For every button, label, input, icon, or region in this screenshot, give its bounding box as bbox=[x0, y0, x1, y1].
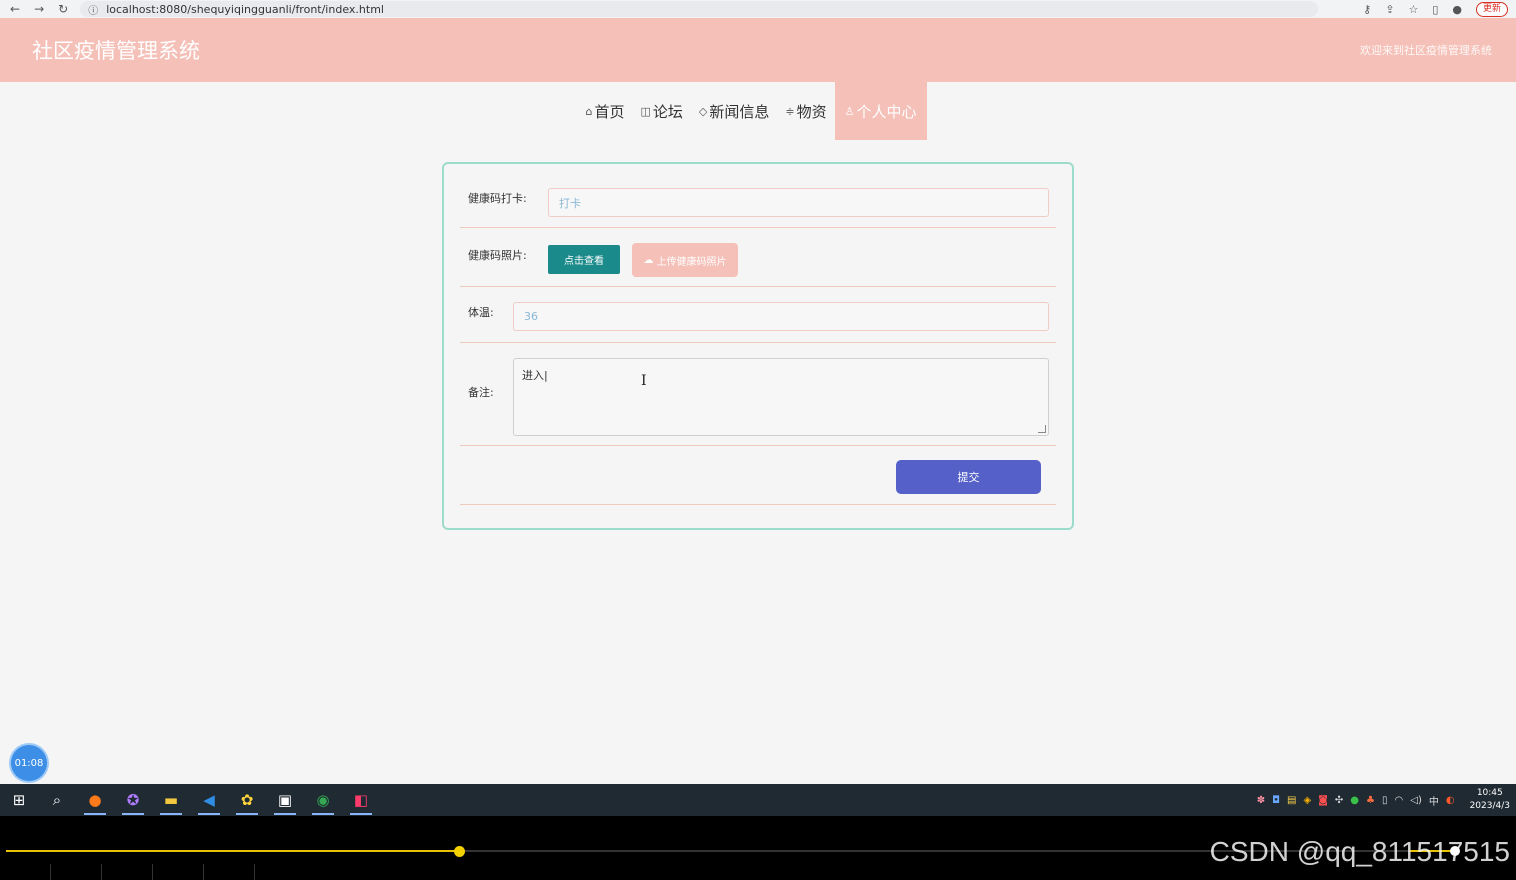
welcome-text: 欢迎来到社区疫情管理系统 bbox=[1360, 44, 1492, 57]
search-icon[interactable]: ⌕ bbox=[38, 784, 76, 816]
url-text: localhost:8080/shequyiqingguanli/front/i… bbox=[106, 2, 384, 16]
browser-toolbar: ← → ↻ ⓘ localhost:8080/shequyiqingguanli… bbox=[0, 0, 1516, 18]
upload-photo-button[interactable]: ☁ 上传健康码照片 bbox=[632, 243, 738, 277]
view-photo-button[interactable]: 点击查看 bbox=[548, 245, 620, 274]
terminal-icon[interactable]: ▣ bbox=[266, 784, 304, 816]
site-header: 社区疫情管理系统 欢迎来到社区疫情管理系统 bbox=[0, 18, 1516, 82]
usb-icon[interactable]: ▯ bbox=[1382, 795, 1388, 806]
progress-fill bbox=[6, 850, 460, 852]
health-checkin-form: 健康码打卡: 打卡 健康码照片: 点击查看 ☁ 上传健康码照片 体温: 36 备… bbox=[442, 162, 1074, 530]
form-row-photo: 健康码照片: 点击查看 ☁ 上传健康码照片 bbox=[460, 227, 1056, 287]
volume-icon[interactable]: ◁) bbox=[1410, 795, 1422, 806]
nav-item-profile[interactable]: ♙ 个人中心 bbox=[834, 82, 927, 140]
profile-icon[interactable]: ● bbox=[1452, 3, 1462, 16]
back-icon[interactable]: ← bbox=[10, 2, 20, 16]
form-row-submit: 提交 bbox=[460, 445, 1056, 505]
nav-label: 个人中心 bbox=[856, 102, 917, 121]
video-player-bar: CSDN @qq_811517515 bbox=[0, 816, 1516, 880]
checkin-label: 健康码打卡: bbox=[468, 192, 527, 205]
file-explorer-icon[interactable]: ▬ bbox=[152, 784, 190, 816]
control-segment[interactable] bbox=[51, 864, 102, 880]
clock-date: 2023/4/3 bbox=[1469, 801, 1510, 811]
wifi-icon[interactable]: ◠ bbox=[1395, 795, 1404, 806]
remark-textarea[interactable]: 进入| bbox=[513, 358, 1049, 436]
sliders-icon: ≑ bbox=[785, 104, 795, 118]
nav-label: 论坛 bbox=[652, 102, 683, 121]
wechat-icon[interactable]: ● bbox=[1350, 795, 1359, 806]
address-bar[interactable]: ⓘ localhost:8080/shequyiqingguanli/front… bbox=[80, 1, 1319, 17]
page: 社区疫情管理系统 欢迎来到社区疫情管理系统 ⌂ 首页 ◫ 论坛 ◇ 新闻信息 ≑… bbox=[0, 18, 1516, 784]
nav-item-news[interactable]: ◇ 新闻信息 bbox=[691, 82, 777, 140]
clock-time: 10:45 bbox=[1476, 788, 1503, 798]
update-button[interactable]: 更新 bbox=[1475, 1, 1508, 17]
nav-item-forum[interactable]: ◫ 论坛 bbox=[632, 82, 690, 140]
site-title: 社区疫情管理系统 bbox=[32, 39, 200, 63]
browser-actions: ⚷ ⇪ ☆ ▯ ● 更新 bbox=[1363, 1, 1508, 17]
home-icon: ⌂ bbox=[585, 104, 593, 118]
user-icon: ♙ bbox=[844, 104, 855, 118]
player-controls bbox=[0, 864, 1516, 880]
control-segment[interactable] bbox=[0, 864, 51, 880]
progress-handle[interactable] bbox=[454, 846, 465, 857]
app-yellow-icon[interactable]: ✿ bbox=[228, 784, 266, 816]
text-cursor-icon: I bbox=[641, 373, 647, 389]
recording-timer[interactable]: 01:08 bbox=[11, 745, 47, 781]
form-row-temperature: 体温: 36 bbox=[460, 286, 1056, 343]
nav-label: 新闻信息 bbox=[709, 102, 770, 121]
tray-app-icon[interactable]: ◙ bbox=[1318, 795, 1328, 806]
nav-label: 物资 bbox=[796, 102, 827, 121]
app-purple-icon[interactable]: ✪ bbox=[114, 784, 152, 816]
control-segment[interactable] bbox=[153, 864, 204, 880]
remark-label: 备注: bbox=[468, 386, 494, 399]
temperature-label: 体温: bbox=[468, 306, 494, 319]
tray-app-icon[interactable]: ◘ bbox=[1272, 795, 1280, 806]
key-icon[interactable]: ⚷ bbox=[1363, 3, 1371, 16]
resize-handle[interactable] bbox=[1038, 425, 1046, 433]
nav-item-supplies[interactable]: ≑ 物资 bbox=[777, 82, 834, 140]
temperature-input[interactable]: 36 bbox=[513, 302, 1049, 331]
form-row-remark: 备注: 进入| bbox=[460, 342, 1056, 446]
main-nav: ⌂ 首页 ◫ 论坛 ◇ 新闻信息 ≑ 物资 ♙ 个人中心 bbox=[0, 82, 1516, 140]
tray-app-icon[interactable]: ✣ bbox=[1335, 795, 1343, 806]
tray-app-icon[interactable]: ✽ bbox=[1257, 795, 1265, 806]
intellij-icon[interactable]: ◧ bbox=[342, 784, 380, 816]
chrome-icon[interactable]: ◉ bbox=[304, 784, 342, 816]
checkin-input[interactable]: 打卡 bbox=[548, 188, 1049, 217]
windows-start-icon[interactable]: ⊞ bbox=[0, 784, 38, 816]
firefox-icon[interactable]: ● bbox=[76, 784, 114, 816]
remark-text: 进入 bbox=[522, 369, 544, 382]
tray-app-icon[interactable]: ♣ bbox=[1366, 795, 1375, 806]
control-segment[interactable] bbox=[102, 864, 153, 880]
upload-label: 上传健康码照片 bbox=[656, 256, 727, 268]
browser-nav: ← → ↻ bbox=[10, 2, 68, 16]
submit-button[interactable]: 提交 bbox=[896, 460, 1041, 494]
tray-app-icon[interactable]: ◐ bbox=[1446, 795, 1455, 806]
clock[interactable]: 10:45 2023/4/3 bbox=[1470, 787, 1510, 813]
reload-icon[interactable]: ↻ bbox=[58, 2, 68, 16]
taskbar: ⊞ ⌕ ● ✪ ▬ ◀ ✿ ▣ ◉ ◧ ✽ ◘ ▤ ◈ ◙ ✣ ● ♣ ▯ ◠ … bbox=[0, 784, 1516, 816]
share-icon[interactable]: ⇪ bbox=[1385, 3, 1394, 16]
info-icon[interactable]: ⓘ bbox=[88, 2, 98, 17]
sidepanel-icon[interactable]: ▯ bbox=[1432, 3, 1438, 16]
tag-icon: ◇ bbox=[698, 104, 708, 118]
nav-label: 首页 bbox=[594, 102, 625, 121]
nav-item-home[interactable]: ⌂ 首页 bbox=[577, 82, 632, 140]
ime-indicator[interactable]: 中 bbox=[1429, 793, 1439, 808]
photo-label: 健康码照片: bbox=[468, 249, 527, 262]
tray-app-icon[interactable]: ▤ bbox=[1287, 795, 1296, 806]
text-caret: | bbox=[544, 369, 548, 382]
forward-icon[interactable]: → bbox=[34, 2, 44, 16]
book-icon: ◫ bbox=[640, 104, 651, 118]
vscode-icon[interactable]: ◀ bbox=[190, 784, 228, 816]
shield-icon[interactable]: ◈ bbox=[1304, 795, 1312, 806]
form-row-checkin: 健康码打卡: 打卡 bbox=[460, 164, 1056, 228]
system-tray: ✽ ◘ ▤ ◈ ◙ ✣ ● ♣ ▯ ◠ ◁) 中 ◐ 10:45 2023/4/… bbox=[1257, 787, 1510, 813]
control-segment[interactable] bbox=[204, 864, 255, 880]
cloud-upload-icon: ☁ bbox=[643, 254, 654, 266]
star-icon[interactable]: ☆ bbox=[1408, 3, 1418, 16]
